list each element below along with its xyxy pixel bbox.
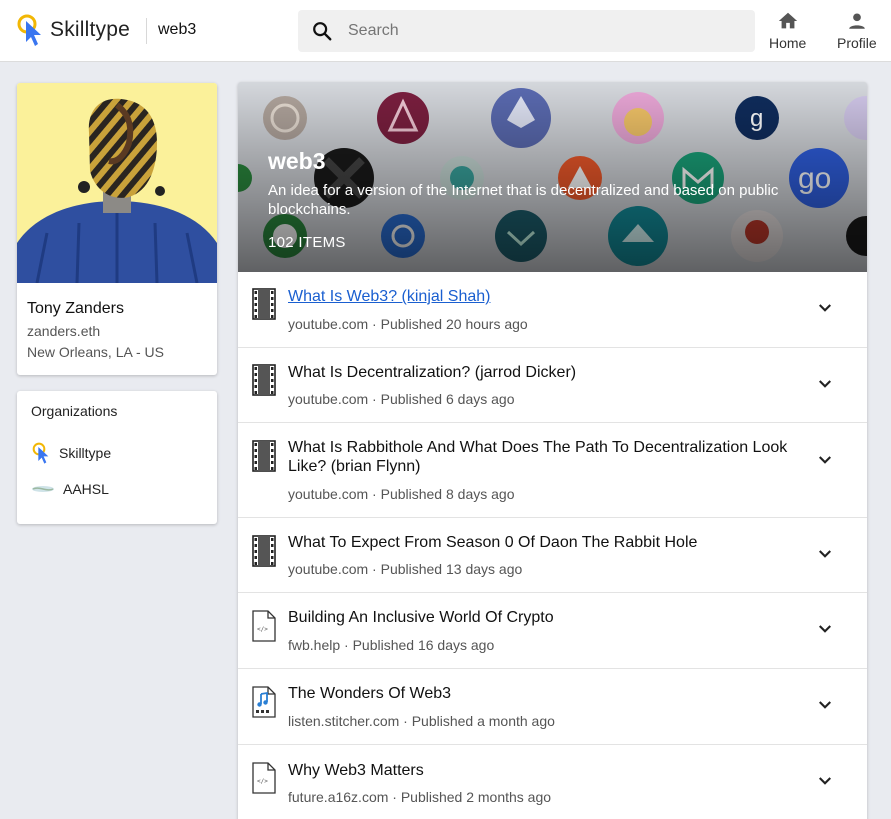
list-item[interactable]: What Is Web3? (kinjal Shah) youtube.com … <box>238 272 867 348</box>
organization-aahsl[interactable]: AAHSL <box>31 481 109 497</box>
collection-title: web3 <box>268 148 326 174</box>
video-icon <box>252 440 276 472</box>
search-input[interactable] <box>348 22 728 40</box>
item-meta: listen.stitcher.com · Published a month … <box>288 713 555 729</box>
item-meta: fwb.help · Published 16 days ago <box>288 637 495 653</box>
item-title[interactable]: Building An Inclusive World Of Crypto <box>288 608 798 627</box>
svg-text:</>: </> <box>257 626 268 633</box>
code-file-icon: </> <box>252 610 276 642</box>
list-item[interactable]: What Is Decentralization? (jarrod Dicker… <box>238 348 867 423</box>
list-item[interactable]: </> Why Web3 Matters future.a16z.com · P… <box>238 745 867 819</box>
item-meta: youtube.com · Published 20 hours ago <box>288 316 528 332</box>
profile-name: Tony Zanders <box>27 300 124 317</box>
item-meta: future.a16z.com · Published 2 months ago <box>288 789 552 805</box>
chevron-down-icon[interactable] <box>816 620 834 638</box>
profile-handle: zanders.eth <box>27 323 101 339</box>
collection-description: An idea for a version of the Internet th… <box>268 182 779 218</box>
item-title[interactable]: What To Expect From Season 0 Of Daon The… <box>288 533 798 552</box>
list-item[interactable]: The Wonders Of Web3 listen.stitcher.com … <box>238 669 867 745</box>
organization-skilltype[interactable]: Skilltype <box>31 441 111 465</box>
list-item[interactable]: What Is Rabbithole And What Does The Pat… <box>238 423 867 518</box>
item-title-link[interactable]: What Is Web3? (kinjal Shah) <box>288 287 798 306</box>
svg-text:</>: </> <box>257 778 268 785</box>
chevron-down-icon[interactable] <box>816 772 834 790</box>
nav-profile-button[interactable]: Profile <box>837 10 877 51</box>
skilltype-logo-icon <box>17 14 41 46</box>
profile-card[interactable]: Tony Zanders zanders.eth New Orleans, LA… <box>17 83 217 375</box>
list-item[interactable]: What To Expect From Season 0 Of Daon The… <box>238 518 867 593</box>
nav-home-label: Home <box>769 35 807 51</box>
collection-item-list: What Is Web3? (kinjal Shah) youtube.com … <box>238 272 867 819</box>
item-title[interactable]: What Is Decentralization? (jarrod Dicker… <box>288 363 798 382</box>
collection-item-count: 102 ITEMS <box>268 234 346 251</box>
current-topic: web3 <box>158 21 197 38</box>
organizations-card: Organizations Skilltype AAHSL <box>17 391 217 524</box>
chevron-down-icon[interactable] <box>816 299 834 317</box>
search-icon <box>313 22 332 41</box>
video-icon <box>252 364 276 396</box>
item-meta: youtube.com · Published 8 days ago <box>288 486 515 502</box>
item-title[interactable]: Why Web3 Matters <box>288 761 798 780</box>
collection-panel: g go web3 An idea for a version of the I… <box>238 82 867 819</box>
item-title[interactable]: The Wonders Of Web3 <box>288 684 798 703</box>
nav-profile-label: Profile <box>837 35 877 51</box>
nav-home-button[interactable]: Home <box>769 10 806 51</box>
list-item[interactable]: </> Building An Inclusive World Of Crypt… <box>238 593 867 669</box>
item-meta: youtube.com · Published 13 days ago <box>288 561 523 577</box>
header-divider <box>146 18 147 44</box>
video-icon <box>252 535 276 567</box>
home-icon <box>778 12 797 29</box>
person-icon <box>849 13 865 29</box>
aahsl-logo-icon <box>32 486 54 492</box>
collection-hero: g go web3 An idea for a version of the I… <box>238 82 867 272</box>
audio-file-icon <box>252 686 276 718</box>
code-file-icon: </> <box>252 762 276 794</box>
avatar <box>17 83 217 283</box>
skilltype-logo-icon <box>32 442 49 464</box>
video-icon <box>252 288 276 320</box>
search-bar[interactable] <box>298 10 755 52</box>
chevron-down-icon[interactable] <box>816 375 834 393</box>
organization-label: AAHSL <box>63 481 109 497</box>
item-title[interactable]: What Is Rabbithole And What Does The Pat… <box>288 438 798 476</box>
item-meta: youtube.com · Published 6 days ago <box>288 391 515 407</box>
organization-label: Skilltype <box>59 445 112 461</box>
chevron-down-icon[interactable] <box>816 696 834 714</box>
chevron-down-icon[interactable] <box>816 545 834 563</box>
organizations-title: Organizations <box>31 403 118 419</box>
profile-location: New Orleans, LA - US <box>27 344 164 360</box>
top-bar: Skilltype web3 Home Profile <box>0 0 891 62</box>
brand-logo[interactable]: Skilltype <box>16 12 130 48</box>
chevron-down-icon[interactable] <box>816 451 834 469</box>
avatar-image <box>17 98 217 283</box>
brand-name: Skilltype <box>50 18 130 41</box>
